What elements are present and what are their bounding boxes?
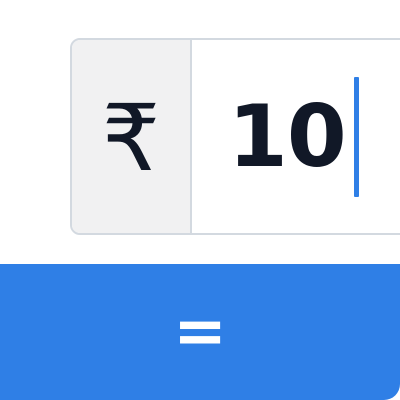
text-cursor xyxy=(353,76,359,197)
amount-field[interactable]: ₹ 10 xyxy=(70,38,400,235)
calculator-screen: ₹ 10 = xyxy=(0,0,400,400)
amount-input[interactable]: 10 xyxy=(228,40,359,233)
amount-value: 10 xyxy=(228,86,347,187)
currency-prefix: ₹ xyxy=(72,40,192,233)
equals-label: = xyxy=(173,295,227,369)
equals-button[interactable]: = xyxy=(0,264,400,400)
rupee-icon: ₹ xyxy=(101,84,161,192)
